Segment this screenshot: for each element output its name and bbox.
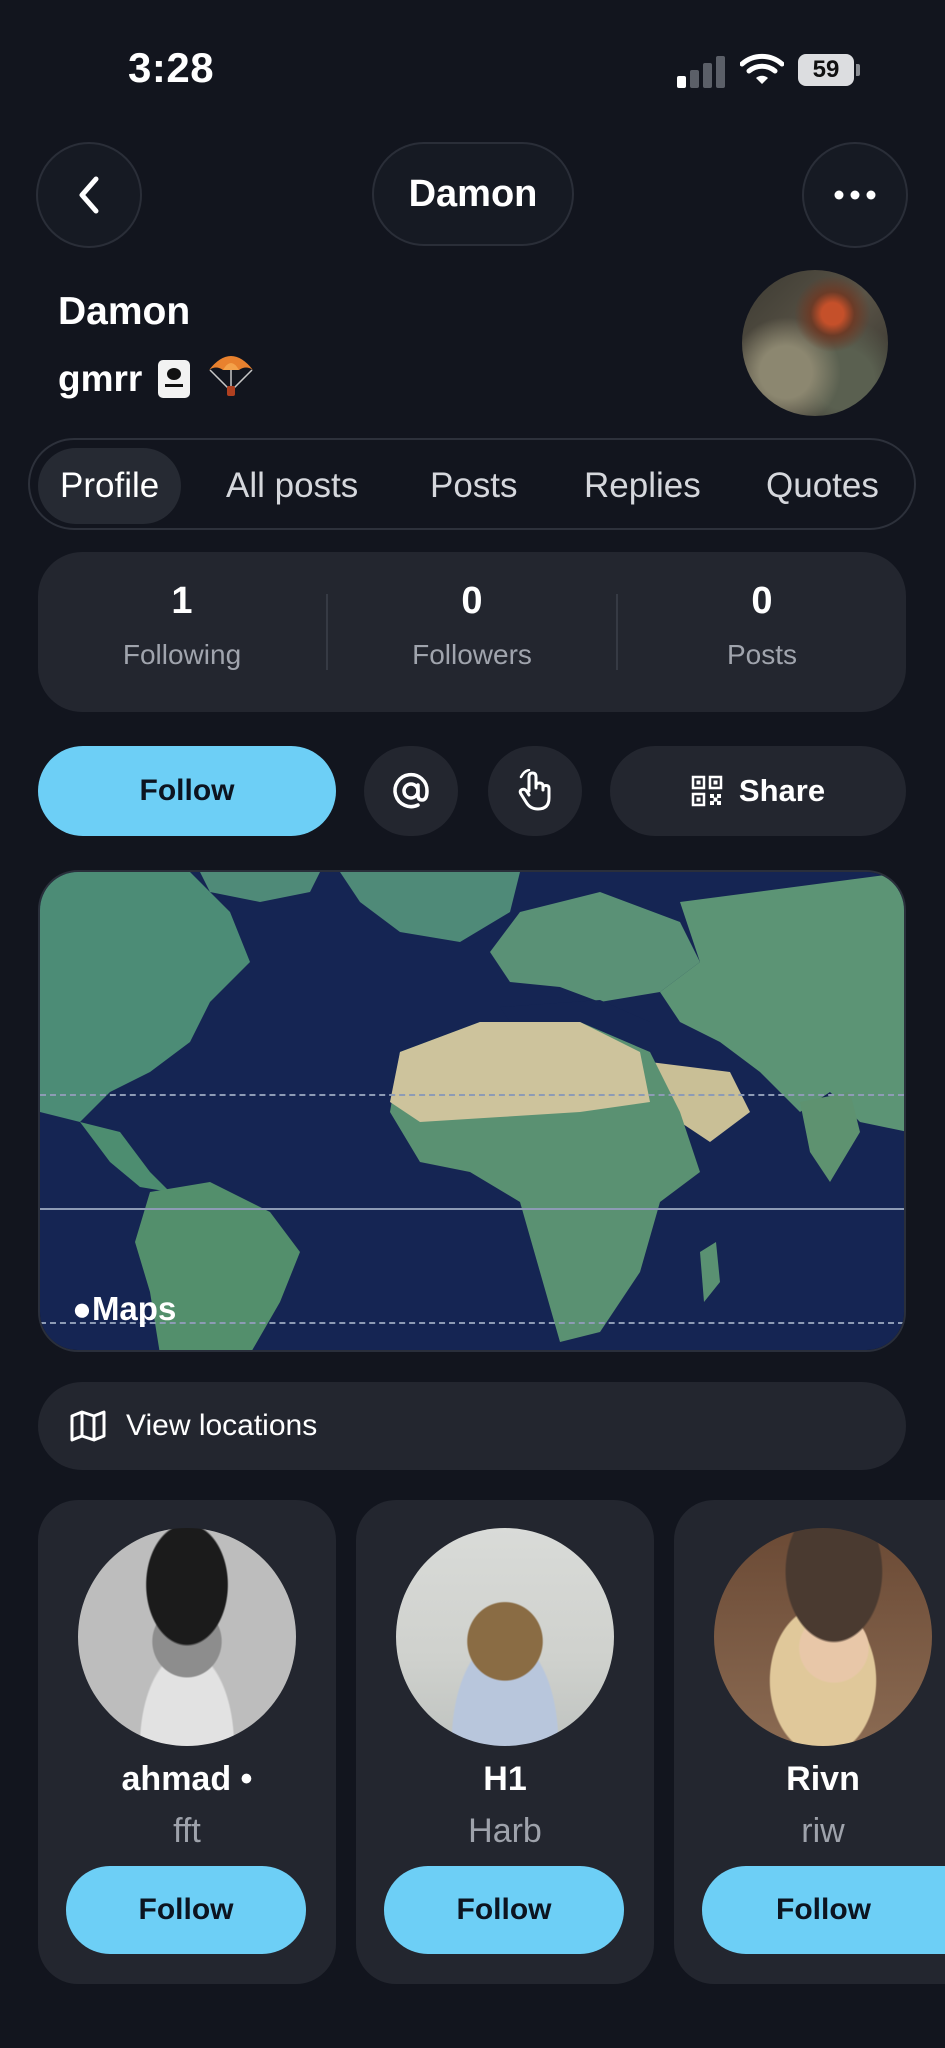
- profile-name: Damon: [58, 290, 191, 333]
- tab-profile[interactable]: Profile: [38, 448, 182, 524]
- stat-value: 0: [751, 580, 773, 622]
- wifi-icon: [739, 52, 785, 86]
- stat-value: 0: [461, 580, 483, 622]
- suggestion-name: Rivn: [786, 1760, 860, 1798]
- tropic-line: [40, 1094, 904, 1096]
- tab-posts[interactable]: Posts: [430, 448, 518, 524]
- chevron-left-icon: [79, 176, 99, 214]
- maps-attribution: ●Maps: [72, 1290, 176, 1328]
- share-label: Share: [738, 773, 826, 808]
- id-badge-icon[interactable]: [158, 359, 191, 398]
- stat-value: 1: [171, 580, 193, 622]
- battery-icon: 59: [798, 54, 860, 86]
- follow-button[interactable]: Follow: [384, 1866, 624, 1954]
- qr-code-icon: [691, 775, 723, 807]
- suggestion-handle: Harb: [468, 1812, 542, 1850]
- suggestion-card[interactable]: ahmad • fft Follow: [38, 1500, 336, 1984]
- suggestion-handle: fft: [173, 1812, 201, 1850]
- stat-followers[interactable]: 0 Followers: [328, 580, 616, 671]
- stat-posts[interactable]: 0 Posts: [618, 580, 906, 671]
- avatar[interactable]: [78, 1528, 296, 1746]
- map-image: [40, 872, 904, 1350]
- maps-label: Maps: [91, 1290, 177, 1327]
- follow-button[interactable]: Follow: [38, 746, 336, 836]
- avatar[interactable]: [714, 1528, 932, 1746]
- tab-replies[interactable]: Replies: [584, 448, 701, 524]
- nav-title[interactable]: Damon: [372, 142, 574, 246]
- mention-button[interactable]: [364, 746, 458, 836]
- suggestion-handle: riw: [801, 1812, 845, 1850]
- suggestion-name: ahmad •: [121, 1760, 253, 1798]
- stat-label: Following: [122, 639, 242, 670]
- follow-button[interactable]: Follow: [66, 1866, 306, 1954]
- avatar[interactable]: [396, 1528, 614, 1746]
- map-icon: [70, 1410, 106, 1442]
- view-locations-label: View locations: [126, 1409, 318, 1442]
- profile-handle: gmrr: [58, 357, 143, 399]
- suggestion-name: H1: [483, 1760, 527, 1798]
- poke-button[interactable]: [488, 746, 582, 836]
- stat-following[interactable]: 1 Following: [38, 580, 326, 671]
- suggestion-name-text: ahmad: [121, 1760, 232, 1798]
- follow-button[interactable]: Follow: [702, 1866, 945, 1954]
- hand-pointer-icon: [518, 769, 551, 811]
- world-map[interactable]: ●Maps: [38, 870, 906, 1352]
- more-button[interactable]: [802, 142, 908, 248]
- profile-tabs: Profile All posts Posts Replies Quotes: [28, 438, 916, 530]
- profile-handle-row: gmrr: [58, 348, 256, 409]
- tab-quotes[interactable]: Quotes: [766, 448, 879, 524]
- back-button[interactable]: [36, 142, 142, 248]
- stat-label: Posts: [726, 639, 798, 670]
- cell-signal-icon: [677, 54, 727, 88]
- stat-label: Followers: [412, 639, 532, 670]
- more-dots-icon: [834, 190, 876, 200]
- suggestion-card[interactable]: H1 Harb Follow: [356, 1500, 654, 1984]
- tab-all-posts[interactable]: All posts: [226, 448, 358, 524]
- stats-card: 1 Following 0 Followers 0 Posts: [38, 552, 906, 712]
- profile-avatar[interactable]: [742, 270, 888, 416]
- status-time: 3:28: [128, 44, 215, 91]
- battery-level: 59: [798, 54, 854, 86]
- apple-logo-icon: ●: [72, 1290, 92, 1327]
- equator-line: [40, 1208, 904, 1210]
- share-button[interactable]: Share: [610, 746, 906, 836]
- view-locations-button[interactable]: View locations: [38, 1382, 906, 1470]
- suggestion-card[interactable]: Rivn riw Follow: [674, 1500, 945, 1984]
- parachute-icon[interactable]: [206, 348, 256, 409]
- at-sign-icon: [393, 772, 429, 809]
